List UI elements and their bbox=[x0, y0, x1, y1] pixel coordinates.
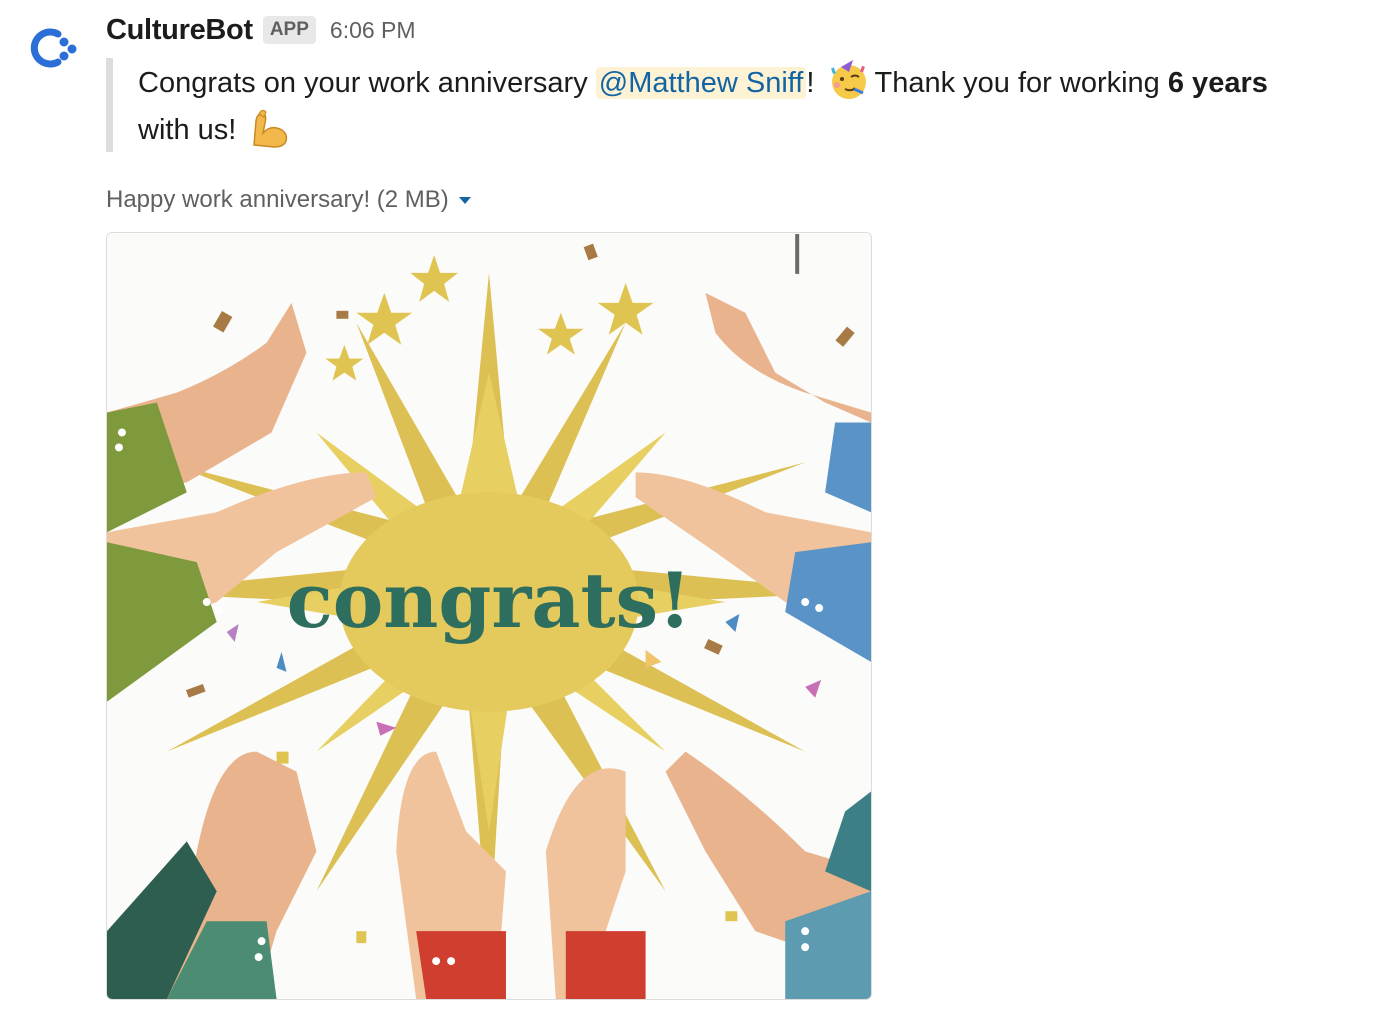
message-text-part: Thank you for working bbox=[874, 67, 1160, 99]
message-text-part: ! bbox=[806, 67, 815, 99]
years-count: 6 years bbox=[1167, 67, 1268, 99]
attachment-image[interactable]: congrats! bbox=[106, 232, 872, 1000]
message-text-part: Congrats on your work anniversary bbox=[138, 67, 588, 99]
message-timestamp[interactable]: 6:06 PM bbox=[330, 17, 416, 44]
user-mention[interactable]: @Matthew Sniff bbox=[595, 67, 807, 99]
message-header: CultureBot APP 6:06 PM bbox=[106, 10, 416, 50]
chevron-down-icon[interactable] bbox=[458, 196, 471, 204]
congrats-illustration: congrats! bbox=[107, 233, 871, 999]
congrats-text: congrats! bbox=[287, 556, 692, 645]
culturebot-avatar[interactable] bbox=[28, 22, 80, 74]
attachment-title-text: Happy work anniversary! (2 MB) bbox=[106, 186, 449, 213]
bot-name[interactable]: CultureBot bbox=[106, 14, 253, 47]
message-text: Congrats on your work anniversary @Matth… bbox=[138, 58, 1346, 152]
flexed-biceps-emoji-icon bbox=[248, 105, 292, 149]
attachment-title[interactable]: Happy work anniversary! (2 MB) bbox=[106, 186, 471, 214]
message-quote-block: Congrats on your work anniversary @Matth… bbox=[106, 58, 1346, 152]
app-badge: APP bbox=[262, 16, 316, 44]
partying-face-emoji-icon bbox=[827, 58, 871, 102]
culturebot-logo-icon bbox=[30, 28, 77, 68]
message-text-part: with us! bbox=[138, 114, 237, 146]
